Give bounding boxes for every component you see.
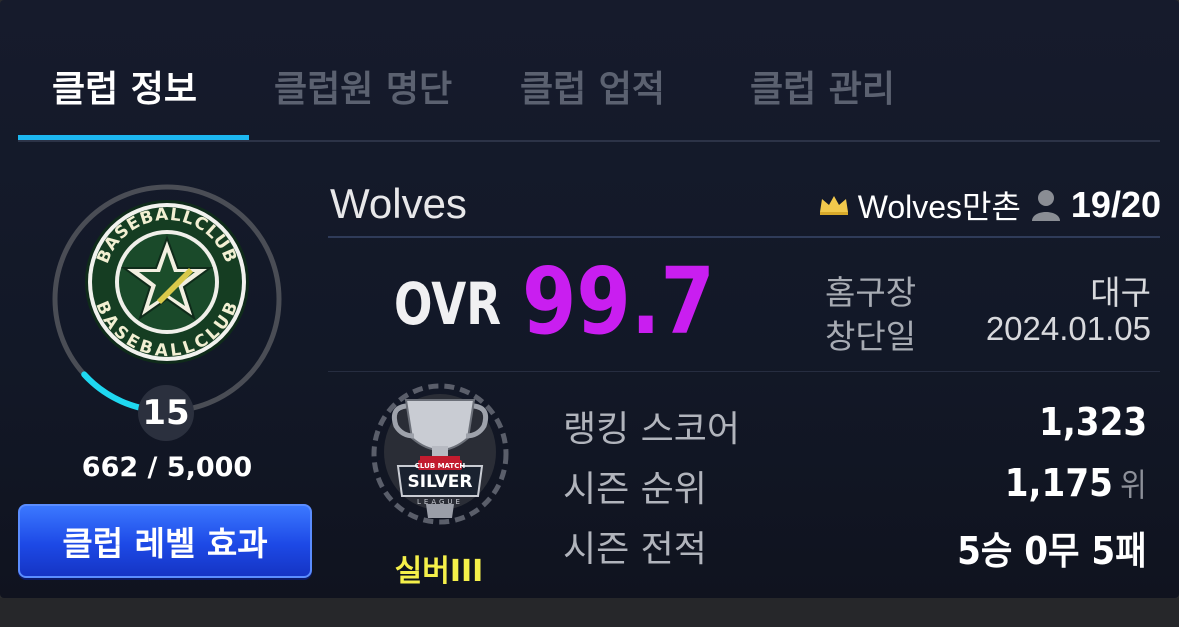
crown-icon bbox=[819, 196, 848, 215]
tab-divider bbox=[18, 140, 1160, 142]
silver-league-emblem: CLUB MATCH SILVER LEAGUE bbox=[371, 383, 509, 525]
ranking-score-label: 랭킹 스코어 bbox=[563, 409, 741, 450]
emblem-club-match: CLUB MATCH bbox=[415, 462, 466, 470]
founded-label: 창단일 bbox=[825, 317, 917, 356]
owner-row: Wolves만촌 19/20 bbox=[818, 183, 1161, 227]
tab-club-achievements[interactable]: 클럽 업적 bbox=[520, 60, 665, 112]
season-rank-row: 1,175 위 bbox=[1005, 460, 1147, 506]
ovr-value: 99.7 bbox=[522, 248, 715, 355]
tab-club-members[interactable]: 클럽원 명단 bbox=[274, 60, 452, 112]
stadium-label: 홈구장 bbox=[825, 273, 917, 312]
club-emblem: BASEBALLCLUB BASEBALLCLUB bbox=[85, 200, 249, 364]
bottom-bar bbox=[0, 598, 1179, 627]
stadium-value: 대구 bbox=[1090, 274, 1151, 311]
tab-club-info[interactable]: 클럽 정보 bbox=[52, 60, 197, 112]
club-level-effect-button[interactable]: 클럽 레벨 효과 bbox=[18, 504, 312, 578]
club-exp-text: 662 / 5,000 bbox=[81, 452, 253, 483]
club-level-badge: 15 bbox=[138, 385, 194, 441]
league-name: 실버III bbox=[394, 554, 484, 589]
member-icon bbox=[1031, 190, 1060, 221]
season-rank-value: 1,175 bbox=[1005, 461, 1114, 505]
header-divider bbox=[328, 236, 1160, 238]
club-level-ring: BASEBALLCLUB BASEBALLCLUB bbox=[52, 184, 282, 414]
ovr-label: OVR bbox=[394, 270, 502, 338]
ranking-score-value: 1,323 bbox=[1038, 400, 1147, 444]
season-record-label: 시즌 전적 bbox=[563, 529, 707, 570]
active-tab-indicator bbox=[18, 135, 249, 140]
season-record-value: 5승 0무 5패 bbox=[957, 529, 1147, 573]
section-divider bbox=[328, 371, 1160, 372]
tab-club-management[interactable]: 클럽 관리 bbox=[750, 60, 895, 112]
founded-value: 2024.01.05 bbox=[985, 310, 1151, 347]
tab-bar: 클럽 정보 클럽원 명단 클럽 업적 클럽 관리 bbox=[18, 40, 1160, 142]
emblem-silver-text: SILVER bbox=[408, 472, 473, 492]
member-count: 19/20 bbox=[1070, 184, 1161, 225]
season-rank-unit: 위 bbox=[1120, 466, 1147, 504]
season-rank-label: 시즌 순위 bbox=[563, 469, 707, 510]
club-name: Wolves bbox=[330, 180, 467, 227]
club-owner-name: Wolves만촌 bbox=[857, 189, 1021, 225]
